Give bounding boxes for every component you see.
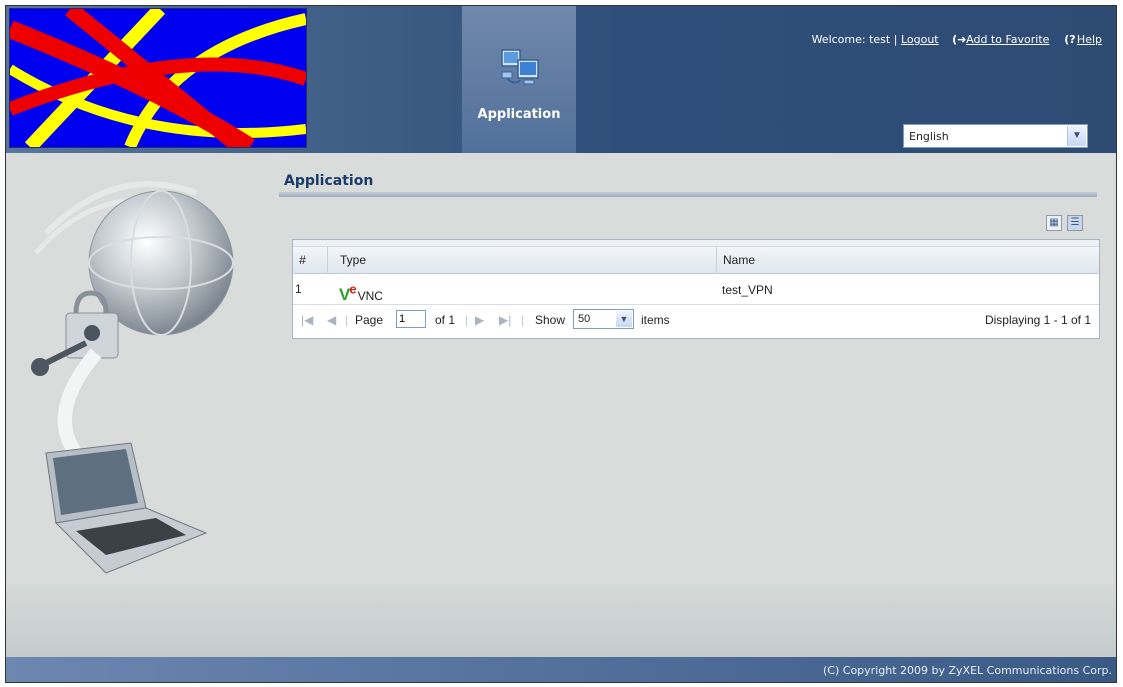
welcome-text: Welcome: test	[811, 33, 891, 46]
pagination-bar: |◀ ◀ | Page of 1 | ▶ ▶| | Show 50 ▼ item…	[293, 305, 1099, 335]
header: Application Welcome: test | Logout (➜Add…	[6, 6, 1116, 153]
column-header-type[interactable]: Type	[327, 247, 728, 273]
first-page-icon[interactable]: |◀	[301, 313, 313, 327]
tab-application[interactable]: Application	[462, 6, 576, 153]
add-favorite-link[interactable]: Add to Favorite	[966, 33, 1049, 46]
table-header: # Type Name	[293, 247, 1099, 274]
page-label: Page	[355, 313, 384, 327]
language-select[interactable]: English ▼	[903, 124, 1088, 148]
tab-application-label: Application	[477, 107, 561, 122]
grid-view-icon[interactable]: ▦	[1046, 215, 1062, 231]
bottom-band	[6, 584, 1116, 658]
page-size-select[interactable]: 50 ▼	[573, 309, 634, 329]
table-row[interactable]: 1 Ve VNC test_VPN	[293, 274, 1099, 305]
list-view-icon[interactable]: ☰	[1067, 215, 1083, 231]
copyright-text: (C) Copyright 2009 by ZyXEL Communicatio…	[823, 664, 1112, 677]
app-window: Application Welcome: test | Logout (➜Add…	[5, 5, 1117, 683]
help-icon[interactable]: (?	[1063, 33, 1077, 46]
page-title: Application	[284, 173, 374, 189]
logo-banner	[9, 8, 307, 148]
chevron-down-icon[interactable]: ▼	[616, 311, 632, 327]
logout-link[interactable]: Logout	[901, 33, 939, 46]
last-page-icon[interactable]: ▶|	[499, 313, 511, 327]
top-links: Welcome: test | Logout (➜Add to Favorite…	[812, 33, 1102, 46]
prev-page-icon[interactable]: ◀	[327, 313, 336, 327]
welcome-separator: |	[893, 33, 898, 46]
column-header-number[interactable]: #	[299, 247, 306, 273]
application-table: # Type Name 1 Ve VNC test_VPN |◀ ◀ | Page…	[292, 239, 1100, 339]
decorative-illustration	[6, 153, 256, 583]
help-link[interactable]: Help	[1077, 33, 1102, 46]
chevron-down-icon[interactable]: ▼	[1067, 126, 1086, 146]
favorite-icon[interactable]: (➜	[952, 33, 966, 46]
pager-divider: |	[345, 313, 349, 327]
next-page-icon[interactable]: ▶	[475, 313, 484, 327]
footer: (C) Copyright 2009 by ZyXEL Communicatio…	[6, 657, 1116, 682]
page-size-value: 50	[578, 313, 591, 325]
computers-icon	[498, 44, 542, 88]
row-type: Ve VNC	[339, 281, 383, 305]
page-total-label: of 1	[435, 313, 456, 327]
vnc-icon: Ve	[339, 281, 357, 304]
show-label: Show	[535, 313, 566, 327]
row-type-label: VNC	[357, 288, 383, 303]
pager-divider: |	[521, 313, 525, 327]
pager-divider: |	[465, 313, 469, 327]
page-number-input[interactable]	[396, 310, 426, 328]
row-name: test_VPN	[722, 283, 773, 297]
display-count: Displaying 1 - 1 of 1	[984, 313, 1091, 327]
column-header-name[interactable]: Name	[716, 247, 1103, 273]
row-number: 1	[295, 282, 302, 296]
language-value: English	[909, 130, 949, 143]
title-divider	[279, 192, 1097, 197]
items-label: items	[641, 313, 670, 327]
table-toolbar	[293, 240, 1099, 247]
